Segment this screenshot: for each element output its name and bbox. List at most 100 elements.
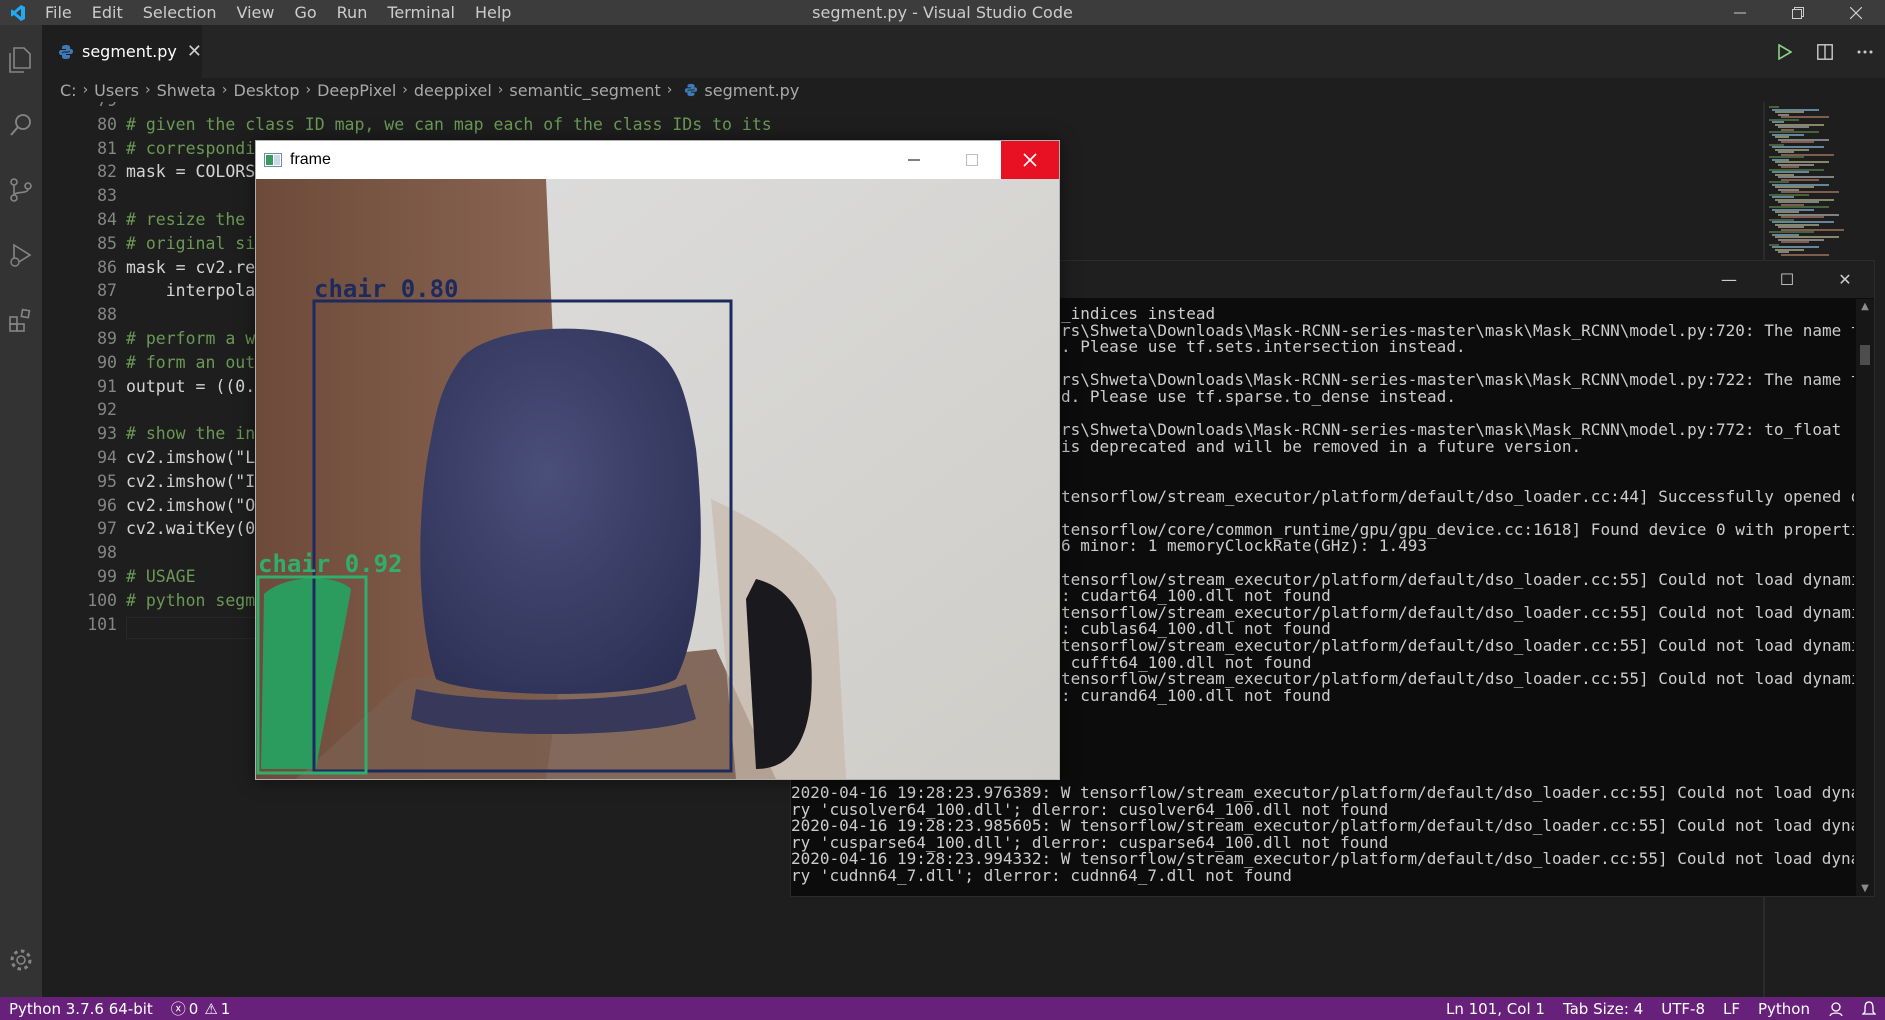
line-number: 96	[97, 495, 117, 515]
tab-close-icon[interactable]: ✕	[187, 41, 202, 62]
code-line[interactable]: # correspondi	[126, 137, 255, 161]
opencv-frame-window[interactable]: frame chair 0.80 chair 0.92	[255, 140, 1060, 780]
gear-icon[interactable]	[0, 935, 42, 985]
menu-help[interactable]: Help	[465, 3, 521, 22]
menu-selection[interactable]: Selection	[133, 3, 227, 22]
tab-segment-py[interactable]: segment.py ✕	[42, 25, 202, 78]
console-line: . Please use tf.sets.intersection instea…	[1061, 337, 1466, 357]
chevron-right-icon: ›	[305, 82, 312, 98]
chevron-right-icon: ›	[82, 82, 89, 98]
breadcrumb-item[interactable]: segment.py	[704, 81, 799, 100]
line-number: 88	[97, 305, 117, 325]
python-interpreter[interactable]: Python 3.7.6 64-bit	[0, 1000, 162, 1018]
line-number: 80	[97, 114, 117, 134]
minimize-button[interactable]	[1711, 0, 1769, 25]
chevron-right-icon: ›	[144, 82, 151, 98]
line-number: 92	[97, 400, 117, 420]
minimap-line	[1781, 253, 1829, 256]
line-number: 82	[97, 162, 117, 182]
code-line[interactable]: interpola	[126, 279, 255, 303]
menu-edit[interactable]: Edit	[82, 3, 133, 22]
code-line[interactable]: # given the class ID map, we can map eac…	[126, 113, 772, 137]
split-editor-button[interactable]	[1805, 43, 1845, 60]
line-number: 81	[97, 138, 117, 158]
line-number: 97	[97, 519, 117, 539]
source-control-icon[interactable]	[0, 165, 42, 215]
search-icon[interactable]	[0, 100, 42, 150]
frame-title-bar[interactable]: frame	[256, 141, 1059, 179]
chevron-right-icon: ›	[666, 82, 673, 98]
breadcrumb-item[interactable]: C:	[60, 81, 77, 100]
feedback-icon[interactable]	[1819, 1000, 1853, 1018]
line-number: 91	[97, 376, 117, 396]
code-line[interactable]: output = ((0.	[126, 375, 255, 399]
language-mode[interactable]: Python	[1749, 1000, 1819, 1018]
breadcrumb-item[interactable]: Shweta	[157, 81, 216, 100]
tab-size[interactable]: Tab Size: 4	[1554, 1000, 1652, 1018]
line-number: 90	[97, 352, 117, 372]
line-number: 99	[97, 567, 117, 586]
frame-minimize-button[interactable]	[885, 141, 943, 179]
editor-tab-bar: segment.py ✕	[42, 25, 1885, 78]
breadcrumb-item[interactable]: semantic_segment	[509, 81, 660, 100]
cursor-position[interactable]: Ln 101, Col 1	[1437, 1000, 1554, 1018]
line-number: 89	[97, 329, 117, 348]
run-debug-icon[interactable]	[0, 230, 42, 280]
tab-label: segment.py	[82, 42, 177, 61]
scroll-up-icon[interactable]: ▲	[1856, 301, 1874, 312]
problems-indicator[interactable]: ⓧ 0 ⚠ 1	[162, 998, 240, 1019]
code-line[interactable]: # perform a w	[126, 327, 255, 351]
menu-terminal[interactable]: Terminal	[377, 3, 465, 22]
menu-file[interactable]: File	[35, 3, 82, 22]
code-line[interactable]: cv2.waitKey(0	[126, 517, 255, 541]
console-minimize-button[interactable]: —	[1700, 261, 1758, 298]
menu-run[interactable]: Run	[327, 3, 378, 22]
code-line[interactable]: cv2.imshow("I	[126, 470, 255, 494]
console-scrollbar[interactable]: ▲ ▼	[1856, 299, 1874, 896]
end-of-line[interactable]: LF	[1714, 1000, 1749, 1018]
error-icon: ⓧ	[170, 1000, 186, 1018]
frame-maximize-button[interactable]	[943, 141, 1001, 179]
code-line[interactable]: # resize the m	[126, 208, 265, 232]
code-line[interactable]: # form an out	[126, 351, 255, 375]
console-window-controls: — ☐ ✕	[1700, 261, 1874, 298]
notifications-bell-icon[interactable]	[1853, 1000, 1885, 1018]
status-bar-right: Ln 101, Col 1 Tab Size: 4 UTF-8 LF Pytho…	[1437, 1000, 1885, 1018]
console-line: 6 minor: 1 memoryClockRate(GHz): 1.493	[1061, 536, 1428, 556]
close-window-button[interactable]	[1827, 0, 1885, 25]
extensions-icon[interactable]	[0, 295, 42, 345]
minimap[interactable]	[1765, 102, 1885, 257]
run-file-button[interactable]	[1765, 43, 1805, 60]
breadcrumb-item[interactable]: Desktop	[234, 81, 300, 100]
python-file-icon	[685, 83, 698, 97]
breadcrumb-item[interactable]: Users	[94, 81, 139, 100]
activity-bar	[0, 25, 42, 997]
code-line[interactable]: # original si	[126, 232, 255, 256]
chevron-right-icon: ›	[402, 82, 408, 98]
console-line: is deprecated and will be removed in a f…	[1061, 436, 1582, 456]
file-encoding[interactable]: UTF-8	[1652, 1000, 1714, 1018]
code-line[interactable]: mask = COLORS	[126, 160, 255, 184]
more-actions-icon[interactable]	[1845, 50, 1885, 54]
code-line[interactable]: # USAGE	[126, 565, 196, 589]
explorer-icon[interactable]	[0, 35, 42, 85]
python-file-icon	[59, 44, 73, 59]
breadcrumb-item[interactable]: deeppixel	[414, 81, 492, 100]
code-line[interactable]: cv2.imshow("L	[126, 446, 255, 470]
code-line[interactable]: # python segm	[126, 589, 255, 613]
code-line[interactable]: mask = cv2.re	[126, 256, 255, 280]
console-close-button[interactable]: ✕	[1816, 261, 1874, 298]
scroll-thumb[interactable]	[1860, 345, 1870, 365]
restore-button[interactable]	[1769, 0, 1827, 25]
scroll-down-icon[interactable]: ▼	[1856, 883, 1874, 894]
frame-close-button[interactable]	[1001, 141, 1059, 179]
frame-window-controls	[885, 141, 1059, 179]
code-line[interactable]: cv2.imshow("O	[126, 494, 255, 518]
menu-go[interactable]: Go	[284, 3, 326, 22]
breadcrumb-item[interactable]: DeepPixel	[317, 81, 396, 100]
console-maximize-button[interactable]: ☐	[1758, 261, 1816, 298]
code-line[interactable]: # show the in	[126, 422, 255, 446]
camera-frame-image: chair 0.80 chair 0.92	[256, 179, 1059, 779]
chevron-right-icon: ›	[221, 82, 228, 98]
menu-view[interactable]: View	[227, 3, 285, 22]
